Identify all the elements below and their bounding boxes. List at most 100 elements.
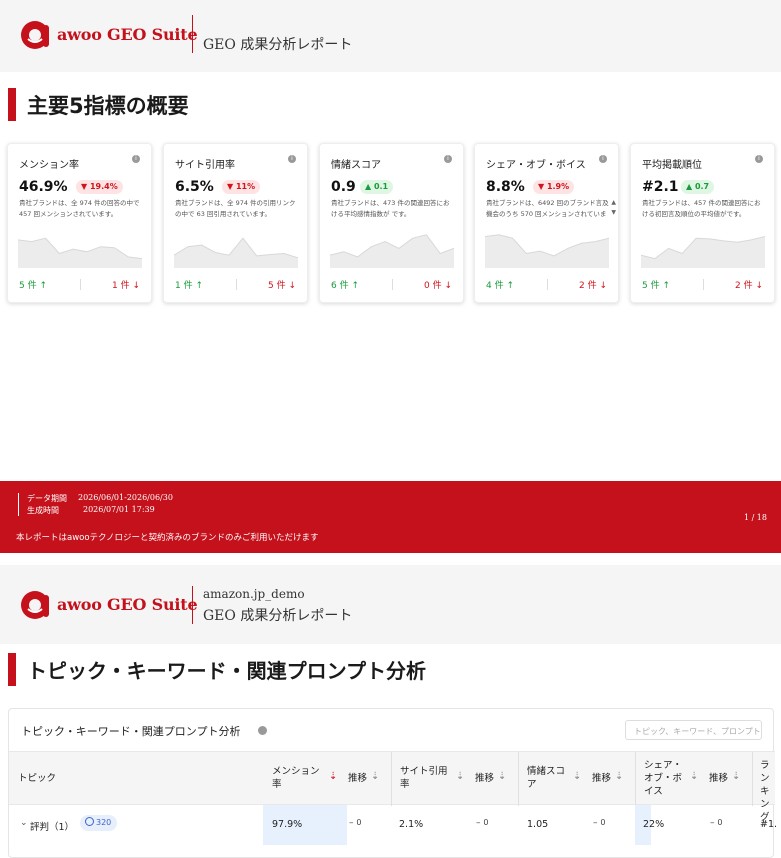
sort-icon[interactable]: ⇣ [615,771,623,782]
trend-value: 0 [717,818,723,827]
sort-icon[interactable]: ⇣ [371,771,379,782]
sparkline-area [330,234,454,268]
column-divider [518,752,519,806]
footer-divider [235,279,237,290]
account-name: amazon.jp_demo [203,587,305,601]
down-count-value: 2 件 [578,281,597,291]
sort-desc-icon[interactable]: ⇣ [329,771,337,782]
sort-icon[interactable]: ⇣ [573,771,581,782]
card-description: 貴社ブランドは、473 件の関連回答における平均感情指数が です。 [331,199,450,218]
arrow-down-icon: ▼ [538,182,545,191]
mention-trend: – 0 [349,818,362,828]
cite-rate-value: 2.1% [399,819,424,830]
scroll-arrows-icon[interactable]: ▲ ▼ [611,198,616,218]
cite-trend: – 0 [476,818,489,828]
section-title-2: トピック・キーワード・関連プロンプト分析 [8,653,426,686]
brand-logo-2: awoo GEO Suite [19,587,198,621]
info-icon[interactable]: i [132,155,140,163]
arrow-up-icon: ↑ [351,281,360,291]
change-value: 19.4% [89,182,118,191]
col-trend[interactable]: 推移 [475,772,494,785]
arrow-down-icon: ▼ [81,182,88,191]
col-mention-rate[interactable]: メンション 率 [272,765,320,791]
down-count-value: 5 件 [267,281,286,291]
down-count: 2 件 ↓ [735,278,763,291]
sparkline [18,237,142,268]
topic-name[interactable]: 評判（1） [30,819,74,833]
col-sentiment[interactable]: 情緒スコ ア [527,765,565,791]
col-trend[interactable]: 推移 [709,772,728,785]
col-rank-line1: ラン [760,760,770,784]
info-icon[interactable]: i [288,155,296,163]
card-title: シェア・オブ・ボイス [486,160,586,171]
change-badge: ▼ 1.9% [533,180,575,194]
column-divider [635,752,636,806]
down-count-value: 0 件 [423,281,442,291]
arrow-down-icon: ↓ [288,281,296,291]
footer-bracket [18,493,19,516]
footer-divider [79,279,81,290]
report-header-2: awoo GEO Suite amazon.jp_demo GEO 成果分析レポ… [0,565,781,644]
arrow-down-icon: ↓ [444,281,452,291]
col-sov-line2: オブ・ボ [644,773,683,784]
info-icon[interactable]: i [755,155,763,163]
up-count-value: 5 件 [19,281,37,291]
card-footer: 5 件 ↑ 2 件 ↓ [642,278,763,292]
period-value: 2026/06/01-2026/06/30 [78,493,173,502]
change-badge: ▼ 19.4% [76,180,123,194]
info-icon[interactable]: i [444,155,452,163]
sparkline-area [174,238,298,268]
panel-title: トピック・キーワード・関連プロンプト分析 [21,725,241,738]
card-footer: 4 件 ↑ 2 件 ↓ [486,278,607,292]
sort-icon[interactable]: ⇣ [456,771,464,782]
section-title: 主要5指標の概要 [8,88,189,121]
card-value: #2.1 [642,179,679,195]
col-share-of-voice[interactable]: シェア・ オブ・ボ イス [644,759,682,798]
footer-divider [702,279,704,290]
up-count-value: 6 件 [331,281,349,291]
card-value: 6.5% [175,179,214,195]
search-input[interactable]: トピック、キーワード、プロンプト [625,720,762,740]
card-title: 情緒スコア [331,160,381,171]
sparkline [174,237,298,268]
arrow-up-icon: ↑ [662,281,671,291]
report-header: awoo GEO Suite GEO 成果分析レポート [0,0,781,72]
info-icon[interactable] [258,726,267,735]
sov-value: 22% [643,819,665,830]
prompt-count-chip[interactable]: 320 [80,815,118,831]
brand-logo: awoo GEO Suite [19,17,198,51]
report-title: GEO 成果分析レポート [203,37,353,53]
page-gap [0,553,781,565]
down-count-value: 1 件 [111,281,130,291]
table-header: トピック メンション 率 ⇣ 推移 ⇣ サイト引用 率 ⇣ 推移 ⇣ 情緒スコ … [9,751,775,823]
sentiment-value: 1.05 [527,819,549,830]
sort-icon[interactable]: ⇣ [690,771,698,782]
info-icon[interactable]: i [599,155,607,163]
col-trend[interactable]: 推移 [592,772,611,785]
sort-icon[interactable]: ⇣ [498,771,506,782]
change-badge: ▲ 0.1 [360,180,394,194]
change-value: 1.9% [546,182,570,191]
section-accent-bar [8,88,16,121]
col-topic[interactable]: トピック [18,772,56,785]
expand-chevron-icon[interactable]: ⌄ [20,818,28,828]
logo-text: awoo GEO Suite [57,24,198,44]
column-divider [752,752,753,806]
col-site-citation[interactable]: サイト引用 率 [400,765,448,791]
metric-card: サイト引用率 i 6.5% ▼ 11% 貴社ブランドは、全 974 件の引用リンクの中で… [163,143,308,303]
header-divider [192,15,193,53]
change-value: 0.7 [694,182,710,191]
col-sov-line1: シェア・ [644,760,683,771]
col-trend[interactable]: 推移 [348,772,367,785]
footer-note: 本レポートはawooテクノロジーと契約済みのブランドのみご利用いただけます [16,533,319,543]
metric-card: 情緒スコア i 0.9 ▲ 0.1 貴社ブランドは、473 件の関連回答における平均感情… [319,143,464,303]
rank-value: #1. [760,819,778,830]
report-footer: データ期間 2026/06/01-2026/06/30 生成時間 2026/07… [0,481,781,553]
change-value: 0.1 [373,182,389,191]
down-count: 1 件 ↓ [112,278,140,291]
table-row[interactable]: ⌄ 評判（1） 320 97.9% – 0 2.1% – 0 1.05 – 0 … [9,805,778,845]
up-count: 5 件 ↑ [19,278,47,291]
sort-icon[interactable]: ⇣ [732,771,740,782]
col-cite-line1: サイト引用 [400,766,448,777]
sparkline [330,234,454,268]
